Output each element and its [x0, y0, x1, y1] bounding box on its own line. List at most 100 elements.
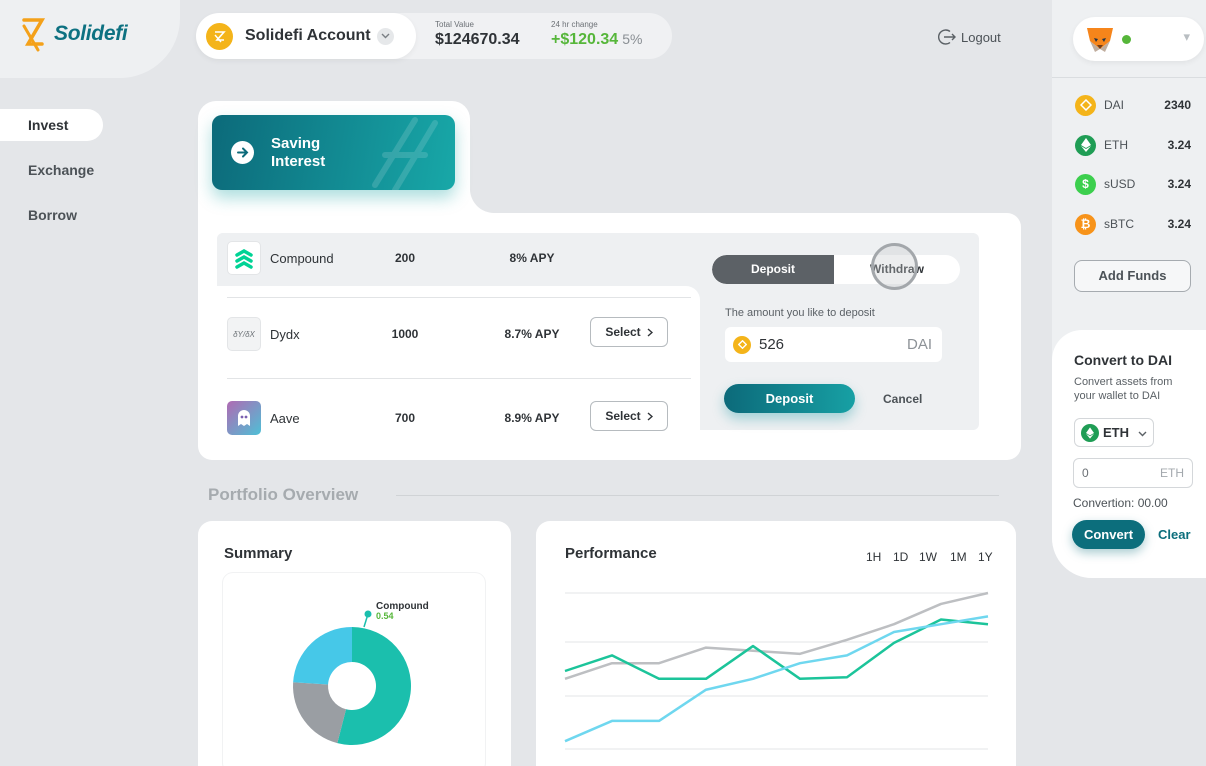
account-selector[interactable]: Solidefi Account [196, 13, 416, 59]
tab-withdraw[interactable]: Withdraw [834, 255, 960, 284]
range-button-1d[interactable]: 1D [893, 550, 908, 564]
wallet-status-dot [1122, 35, 1131, 44]
select-button-label: Select [605, 325, 641, 339]
select-button[interactable]: Select [590, 317, 668, 347]
select-button-label: Select [605, 409, 641, 423]
portfolio-title: Portfolio Overview [208, 485, 359, 504]
wallet-divider [1052, 77, 1206, 78]
convert-amount-input[interactable]: 0 ETH [1073, 458, 1193, 488]
protocol-name: Compound [270, 250, 334, 266]
saving-interest-tab[interactable]: Saving Interest [212, 115, 455, 190]
wallet-selector[interactable]: ▾ [1073, 17, 1204, 61]
convert-amount-value: 0 [1082, 466, 1089, 480]
token-row-dai: DAI 2340 [1075, 94, 1191, 116]
range-button-1y[interactable]: 1Y [978, 550, 993, 564]
eth-icon [1075, 134, 1096, 156]
deposit-amount-input[interactable]: 526 DAI [725, 327, 942, 362]
total-value-label: Total Value [435, 20, 474, 29]
solidefi-logo-icon [22, 18, 46, 52]
token-value: 3.24 [1167, 217, 1191, 231]
protocol-row-dydx: δY/δX Dydx 1000 8.7% APY Select [227, 317, 687, 351]
protocol-apy: 8% APY [509, 251, 555, 265]
change-pct: 5% [622, 31, 643, 47]
pie-slice-1 [293, 682, 347, 744]
chevron-down-icon [376, 27, 394, 45]
token-name: sBTC [1104, 217, 1134, 231]
protocol-amount: 700 [394, 411, 416, 425]
summary-chart-box: Compound 0.54 [223, 573, 485, 766]
summary-title: Summary [224, 545, 293, 562]
series-line-0 [564, 591, 989, 680]
range-button-1w[interactable]: 1W [919, 550, 937, 564]
dai-icon [733, 335, 751, 354]
nav-item-borrow[interactable]: Borrow [0, 199, 120, 231]
account-name: Solidefi Account [245, 27, 371, 44]
series-line-2 [564, 615, 989, 743]
change-stat: 24 hr change +$120.34 5% [551, 20, 642, 49]
metamask-fox-icon [1087, 28, 1113, 52]
protocol-amount: 200 [394, 251, 416, 265]
change-label: 24 hr change [551, 20, 598, 29]
row-divider [227, 378, 691, 379]
deposit-button[interactable]: Deposit [724, 384, 855, 413]
token-name: sUSD [1104, 177, 1136, 191]
protocol-apy: 8.9% APY [504, 411, 560, 425]
total-value: $124670.34 [435, 31, 520, 48]
chevron-right-icon [647, 411, 653, 421]
brand-logo[interactable]: Solidefi [20, 14, 128, 54]
convert-title: Convert to DAI [1074, 352, 1172, 368]
deposit-amount-value: 526 [759, 336, 785, 353]
pie-slice-2 [293, 627, 352, 685]
protocol-name: Aave [270, 410, 300, 426]
change-value: +$120.34 [551, 31, 619, 48]
deposit-withdraw-toggle: Deposit Withdraw [712, 255, 960, 284]
susd-icon: $ [1075, 173, 1096, 195]
range-button-1h[interactable]: 1H [866, 550, 881, 564]
dai-icon [1075, 94, 1096, 116]
select-button[interactable]: Select [590, 401, 668, 431]
convert-result: Convertion: 00.00 [1073, 496, 1168, 510]
row-divider [227, 297, 691, 298]
token-name: ETH [1104, 138, 1128, 152]
summary-donut-chart: Compound0.54 [293, 601, 429, 745]
clear-button[interactable]: Clear [1158, 527, 1191, 542]
deposit-amount-label: The amount you like to deposit [725, 307, 875, 319]
callout-value: 0.54 [376, 611, 394, 621]
protocol-row-aave: Aave 700 8.9% APY Select [227, 401, 687, 435]
chevron-down-icon: ▾ [1183, 29, 1190, 44]
range-button-1m[interactable]: 1M [950, 550, 967, 564]
convert-card: Convert to DAI Convert assets from your … [1052, 330, 1206, 578]
tab-deposit[interactable]: Deposit [712, 255, 834, 284]
protocol-apy: 8.7% APY [504, 327, 560, 341]
convert-description: Convert assets from your wallet to DAI [1074, 376, 1173, 402]
account-stats: Total Value $124670.34 24 hr change +$12… [390, 13, 672, 59]
token-value: 3.24 [1167, 138, 1191, 152]
convert-asset-select[interactable]: ETH [1074, 418, 1154, 447]
nav-item-invest[interactable]: Invest [0, 109, 103, 141]
convert-amount-unit: ETH [1160, 466, 1184, 480]
chevron-down-icon [1138, 425, 1147, 440]
convert-asset-label: ETH [1103, 425, 1129, 440]
add-funds-button[interactable]: Add Funds [1074, 260, 1191, 292]
total-value-stat: Total Value $124670.34 [435, 20, 520, 49]
sbtc-icon: ₿ [1075, 213, 1096, 235]
protocol-name: Dydx [270, 326, 300, 342]
tab-curve [470, 171, 512, 213]
protocol-amount: 1000 [391, 327, 419, 341]
token-row-eth: ETH 3.24 [1075, 134, 1191, 156]
dydx-logo-text: δY/δX [233, 329, 255, 339]
token-row-susd: $ sUSD 3.24 [1075, 173, 1191, 195]
logout-button[interactable]: Logout [938, 28, 1001, 46]
nav-item-exchange[interactable]: Exchange [0, 154, 120, 186]
token-value: 3.24 [1167, 177, 1191, 191]
performance-title: Performance [565, 545, 657, 562]
cancel-button[interactable]: Cancel [883, 392, 922, 406]
convert-button[interactable]: Convert [1072, 520, 1145, 549]
logout-label: Logout [961, 29, 1001, 45]
protocol-row-compound[interactable]: Compound 200 8% APY [227, 241, 687, 275]
dydx-logo-icon: δY/δX [227, 317, 261, 351]
compound-logo-icon [227, 241, 261, 275]
tab-pattern-icon [372, 117, 438, 190]
eth-icon [1081, 423, 1099, 442]
aave-logo-icon [227, 401, 261, 435]
